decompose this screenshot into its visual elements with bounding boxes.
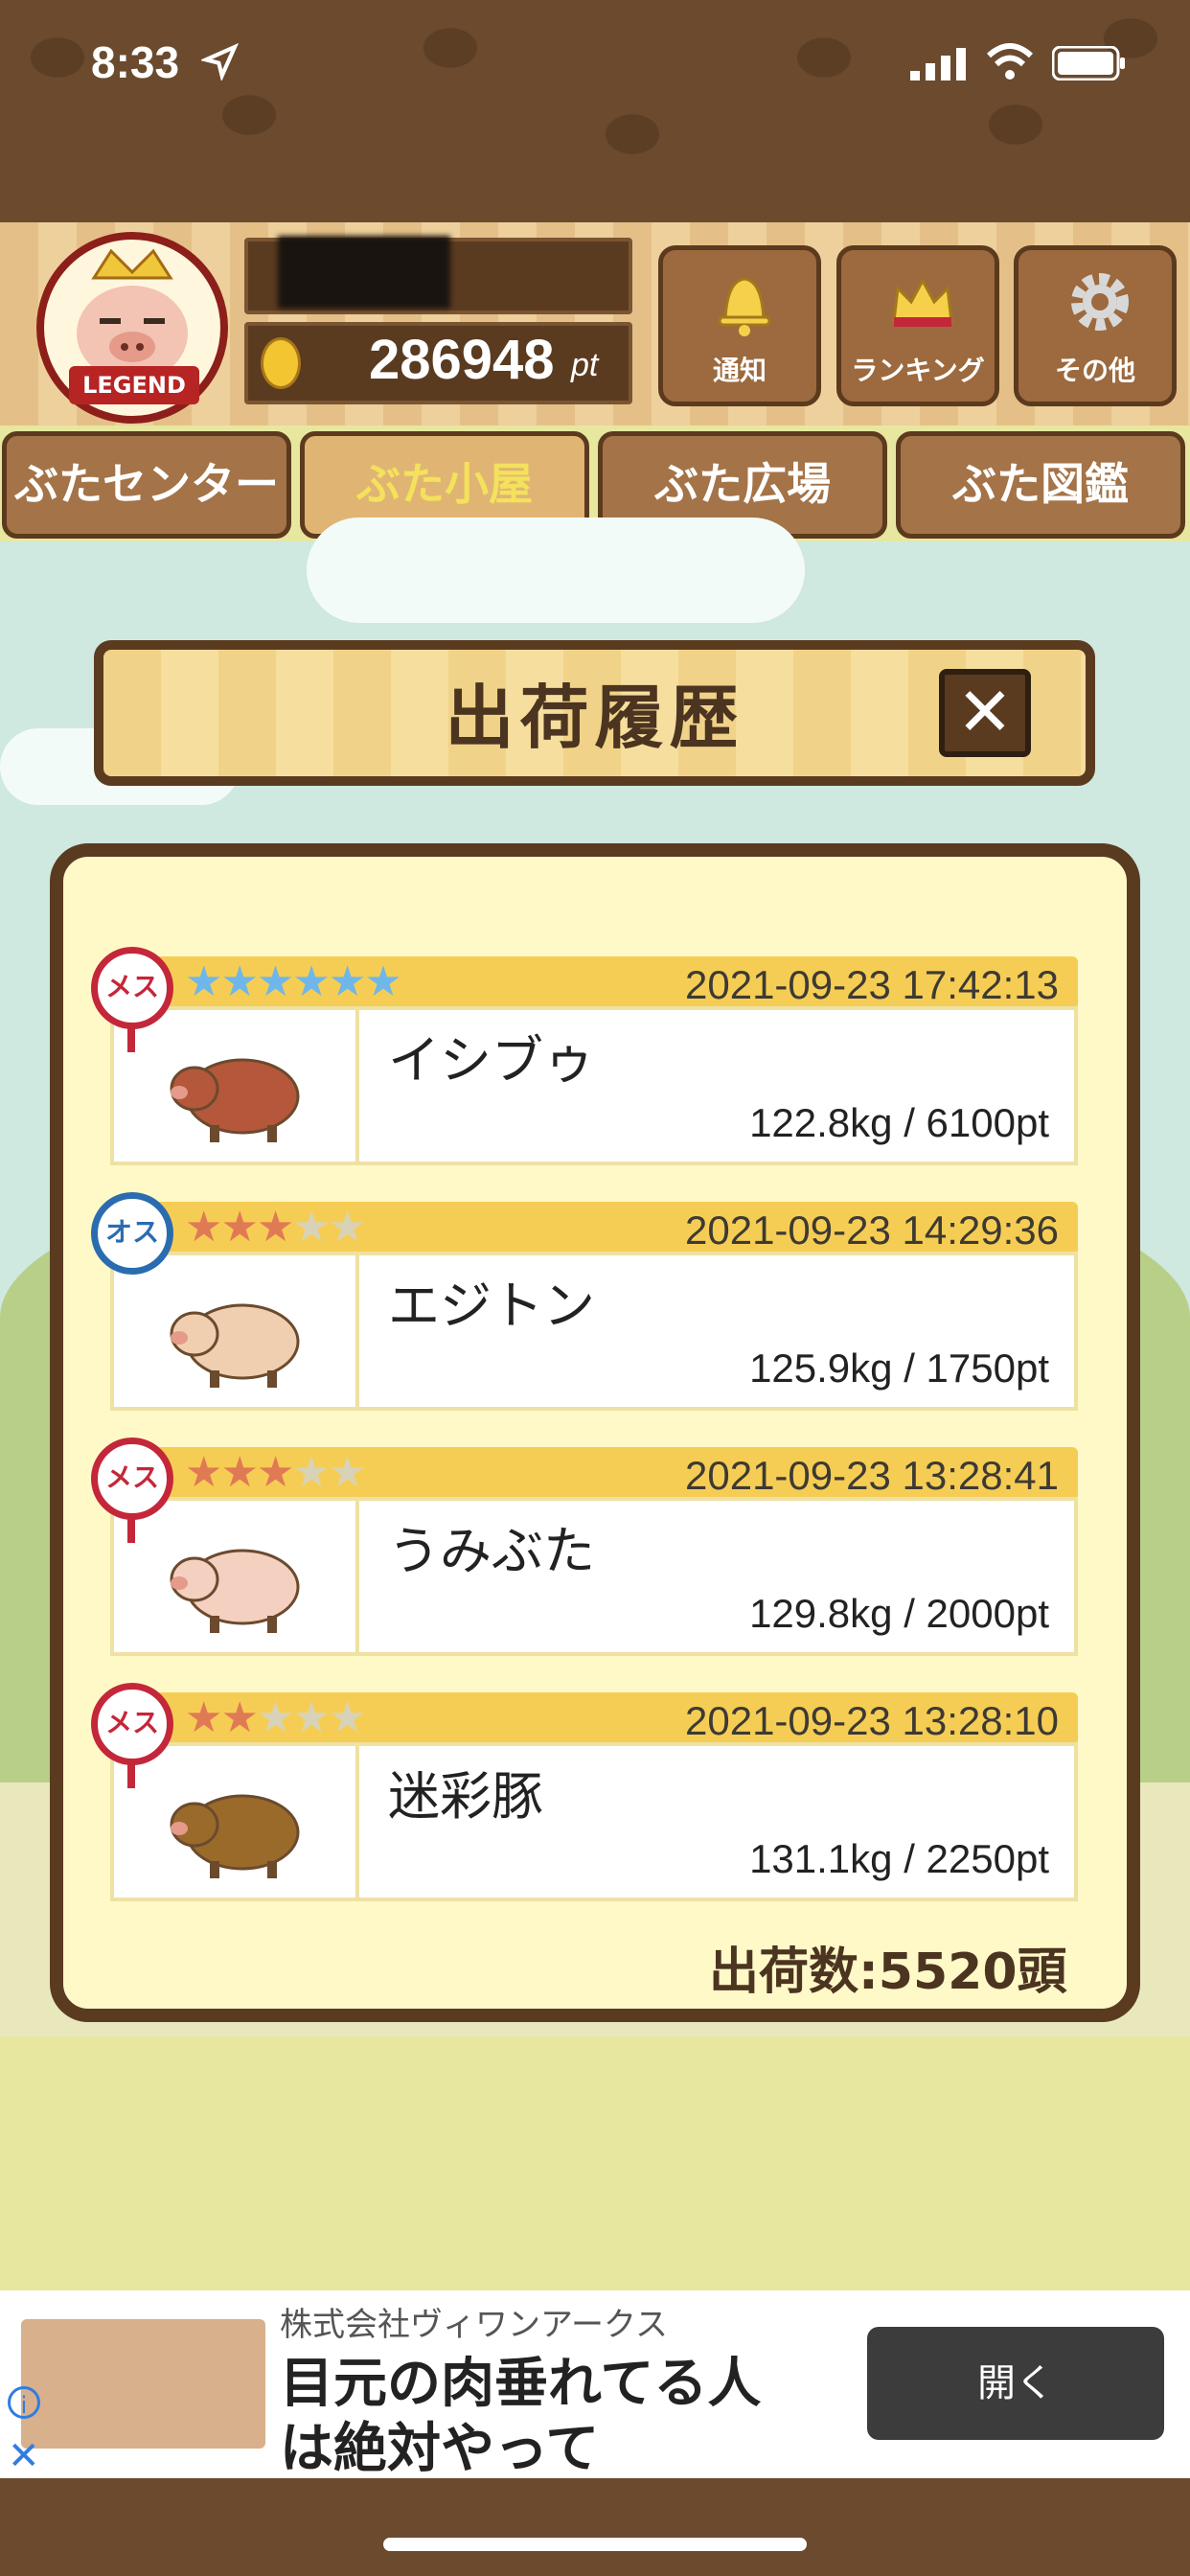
female-symbol-icon xyxy=(127,1514,135,1543)
ship-date: 2021-09-23 17:42:13 xyxy=(685,962,1059,1007)
info-icon[interactable]: i xyxy=(8,2386,40,2419)
notifications-label: 通知 xyxy=(712,355,767,386)
pig-name: うみぶた xyxy=(388,1521,595,1581)
star-icon: ★ xyxy=(220,1203,258,1252)
scene-lower-grass xyxy=(0,2036,1190,2290)
ranking-label: ランキング xyxy=(851,355,985,386)
star-icon: ★ xyxy=(292,1693,330,1742)
ad-open-button[interactable]: 開く xyxy=(867,2327,1164,2440)
female-badge: メス xyxy=(91,947,173,1029)
star-icon: ★ xyxy=(328,1203,366,1252)
pig-weight-points: 122.8kg / 6100pt xyxy=(749,1100,1049,1145)
history-entry[interactable]: ★★★★★ 2021-09-23 14:29:36 エジトン 125.9kg / 17… xyxy=(91,1192,1078,1411)
star-icon: ★ xyxy=(292,1448,330,1497)
ship-date: 2021-09-23 14:29:36 xyxy=(685,1208,1059,1253)
star-rating: ★★★★★ xyxy=(185,1203,366,1252)
home-indicator xyxy=(383,2538,807,2551)
star-icon: ★ xyxy=(220,1448,258,1497)
status-time: 8:33 xyxy=(91,37,180,87)
pig-weight-points: 129.8kg / 2000pt xyxy=(749,1591,1049,1636)
female-symbol-icon xyxy=(127,1024,135,1052)
ad-headline[interactable]: は絶対やって xyxy=(280,2405,599,2483)
ranking-button[interactable]: ランキング xyxy=(836,245,999,406)
gear-icon xyxy=(1071,273,1129,331)
star-rating: ★★★★★ xyxy=(185,1448,366,1497)
star-icon: ★ xyxy=(220,957,258,1006)
pig-icon xyxy=(170,1549,300,1633)
star-icon: ★ xyxy=(256,1203,294,1252)
crown-icon xyxy=(892,277,953,327)
location-arrow-icon xyxy=(201,42,240,80)
star-icon: ★ xyxy=(328,1448,366,1497)
pig-icon xyxy=(170,1058,300,1142)
pig-icon xyxy=(170,1303,300,1388)
tab-buta-encyclopedia[interactable]: ぶた図鑑 xyxy=(896,431,1185,539)
female-badge: メス xyxy=(91,1438,173,1520)
star-icon: ★ xyxy=(256,1448,294,1497)
history-entry[interactable]: ★★★★★ 2021-09-23 13:28:10 迷彩豚 131.1kg / 225… xyxy=(91,1683,1078,1901)
star-rating: ★★★★★ xyxy=(185,1693,366,1742)
star-icon: ★ xyxy=(185,1448,222,1497)
star-icon: ★ xyxy=(256,1693,294,1742)
female-badge: メス xyxy=(91,1683,173,1765)
star-icon: ★ xyxy=(185,957,222,1006)
shipped-count: 出荷数:5520頭 xyxy=(709,1944,1067,2001)
notifications-button[interactable]: 通知 xyxy=(658,245,821,406)
star-icon: ★ xyxy=(220,1693,258,1742)
close-icon[interactable]: ✕ xyxy=(8,2434,40,2478)
pig-name: 迷彩豚 xyxy=(388,1766,543,1827)
star-icon: ★ xyxy=(328,1693,366,1742)
star-rating: ★★★★★★ xyxy=(185,957,402,1006)
star-icon: ★ xyxy=(292,957,330,1006)
male-badge: オス xyxy=(91,1192,173,1275)
pig-name: エジトン xyxy=(388,1276,595,1336)
star-icon: ★ xyxy=(292,1203,330,1252)
close-button[interactable]: ✕ xyxy=(939,669,1031,757)
tab-buta-center[interactable]: ぶたセンター xyxy=(2,431,291,539)
history-entry[interactable]: ★★★★★ 2021-09-23 13:28:41 うみぶた 129.8kg / 20… xyxy=(91,1438,1078,1656)
bell-icon xyxy=(718,277,771,336)
ship-date: 2021-09-23 13:28:41 xyxy=(685,1453,1059,1498)
star-icon: ★ xyxy=(185,1203,222,1252)
ad-company: 株式会社ヴィワンアークス xyxy=(280,2306,668,2344)
wifi-icon xyxy=(987,43,1033,80)
points-value: 286948 xyxy=(369,329,555,391)
coin-icon xyxy=(261,337,301,389)
female-symbol-icon xyxy=(127,1760,135,1788)
star-icon: ★ xyxy=(364,957,401,1006)
bottom-background xyxy=(0,2478,1190,2576)
redacted-username xyxy=(278,236,450,309)
star-icon: ★ xyxy=(328,957,366,1006)
rank-label: LEGEND xyxy=(69,366,199,404)
points-unit: pt xyxy=(571,347,599,383)
top-background xyxy=(0,0,1190,225)
pig-icon xyxy=(170,1794,300,1878)
cloud xyxy=(307,518,805,623)
battery-icon xyxy=(1052,46,1125,80)
other-label: その他 xyxy=(1054,355,1135,386)
pig-weight-points: 131.1kg / 2250pt xyxy=(749,1836,1049,1881)
ship-date: 2021-09-23 13:28:10 xyxy=(685,1698,1059,1743)
star-icon: ★ xyxy=(256,957,294,1006)
ad-image[interactable] xyxy=(21,2319,265,2449)
history-entry[interactable]: ★★★★★★ 2021-09-23 17:42:13 イシブゥ 122.8kg / 6… xyxy=(91,947,1078,1165)
pig-name: イシブゥ xyxy=(388,1030,595,1091)
star-icon: ★ xyxy=(185,1693,222,1742)
other-button[interactable]: その他 xyxy=(1014,245,1177,406)
pig-weight-points: 125.9kg / 1750pt xyxy=(749,1346,1049,1391)
cellular-signal-icon xyxy=(910,48,966,80)
